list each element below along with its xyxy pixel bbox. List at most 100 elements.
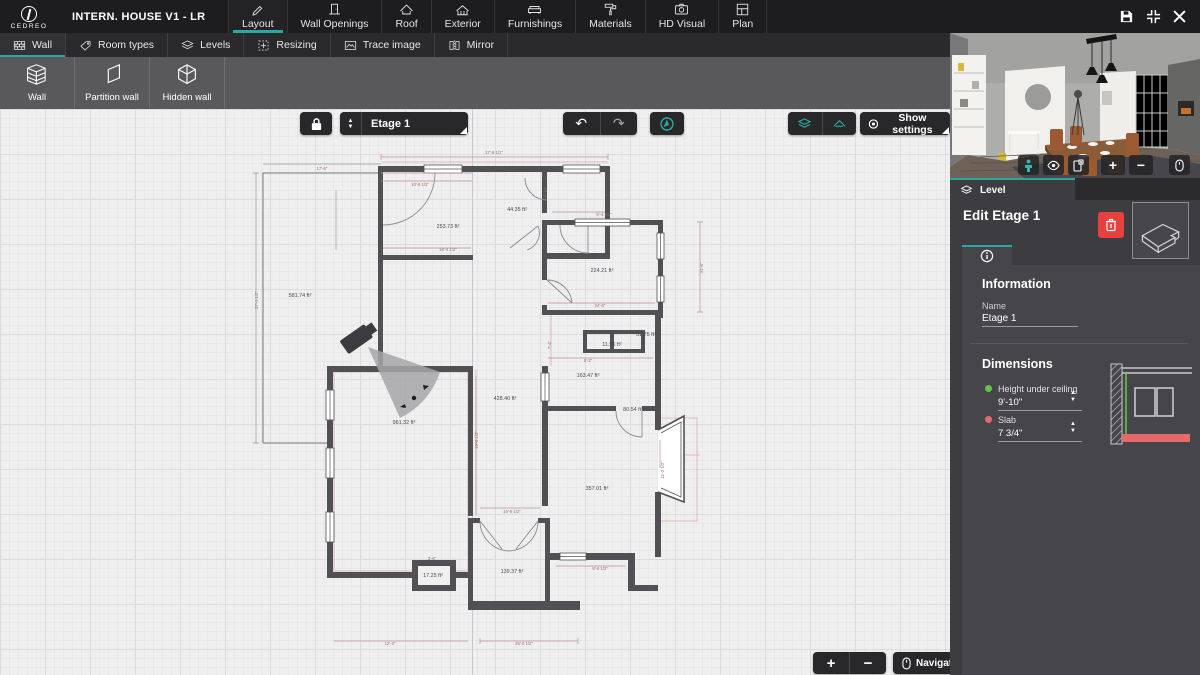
- dimension-label: 36'-0 1/2": [515, 641, 533, 646]
- room-area-label: 31.75 ft²: [636, 332, 656, 338]
- exit-fullscreen-button[interactable]: [1146, 9, 1161, 24]
- undo-redo-group: ↶ ↷: [563, 112, 637, 135]
- mouse-icon: [902, 657, 911, 670]
- navigate-label: Navigate: [916, 658, 950, 669]
- room-area-label: 357.01 ft²: [586, 486, 609, 492]
- tab-exterior[interactable]: Exterior: [431, 0, 494, 33]
- tab-label: Plan: [732, 18, 753, 30]
- room-area-label: 11.56 ft²: [602, 342, 622, 348]
- room-area-label: 80.54 ft²: [623, 407, 643, 413]
- zoom-in-button[interactable]: +: [813, 652, 849, 674]
- level-selector-value: Etage 1: [362, 118, 410, 130]
- level-selector[interactable]: ▲▼ Etage 1: [340, 112, 468, 135]
- tab-level[interactable]: Level: [950, 178, 1075, 200]
- top-bar: CEDREO INTERN. HOUSE V1 - LR Layout Wall …: [0, 0, 1200, 33]
- ribbon-levels[interactable]: Levels: [168, 33, 244, 57]
- exterior-icon: [454, 2, 471, 17]
- tab-level-label: Level: [980, 185, 1006, 196]
- height-stepper[interactable]: ▲▼: [1070, 391, 1076, 403]
- show-settings-label: Show settings: [885, 112, 940, 136]
- room-area-label: 581.74 ft²: [289, 293, 312, 299]
- wall-section-diagram: [1107, 360, 1199, 450]
- leaf-logo-icon: [21, 6, 37, 22]
- preview-zoom-in-button[interactable]: +: [1101, 155, 1125, 175]
- name-input[interactable]: Etage 1: [982, 313, 1016, 324]
- tab-label: Layout: [242, 18, 274, 30]
- preview-toolbar: + −: [1018, 155, 1190, 175]
- slab-input[interactable]: 7 3/4": [998, 428, 1023, 439]
- bay-window: [658, 416, 684, 502]
- dimension-label: 6'-10": [543, 186, 548, 197]
- zoom-controls: + −: [813, 652, 886, 674]
- tab-roof[interactable]: Roof: [381, 0, 430, 33]
- dimension-label: 27'-8 1/2": [485, 150, 503, 155]
- ribbon-trace-image[interactable]: Trace image: [331, 33, 435, 57]
- walls: [327, 166, 663, 610]
- redo-button[interactable]: ↷: [600, 112, 638, 135]
- dimension-label: 19'-8 1/2": [474, 431, 479, 449]
- tool-wall[interactable]: Wall: [0, 57, 75, 109]
- slab-stepper[interactable]: ▲▼: [1070, 422, 1076, 434]
- tool-hidden-wall[interactable]: Hidden wall: [150, 57, 225, 109]
- ribbon-mirror[interactable]: Mirror: [435, 33, 508, 57]
- tab-wall-openings[interactable]: Wall Openings: [287, 0, 382, 33]
- compass-button[interactable]: [650, 112, 684, 135]
- level-panel: Edit Etage 1 Information Name Etage 1 Di…: [950, 200, 1200, 675]
- panel-tabbar: Level: [950, 178, 1200, 200]
- door-icon: [326, 2, 343, 17]
- tool-label: Partition wall: [85, 92, 139, 103]
- blueprint-icon: [734, 2, 751, 17]
- tab-layout[interactable]: Layout: [228, 0, 287, 33]
- tab-materials[interactable]: Materials: [575, 0, 645, 33]
- preview-zoom-out-button[interactable]: −: [1129, 155, 1153, 175]
- cedreo-logo[interactable]: CEDREO: [0, 0, 58, 33]
- project-title: INTERN. HOUSE V1 - LR: [58, 0, 228, 33]
- preview-eye-icon[interactable]: [1043, 155, 1064, 175]
- room-area-label: 163.47 ft²: [577, 373, 600, 379]
- hiddenwall-icon: [172, 63, 202, 89]
- 3d-preview[interactable]: + −: [950, 33, 1200, 178]
- tab-label: Furnishings: [508, 18, 562, 30]
- floor-plan-canvas[interactable]: 581.74 ft²253.73 ft²44.35 ft²224.21 ft²9…: [0, 109, 950, 675]
- tool-partition-wall[interactable]: Partition wall: [75, 57, 150, 109]
- level-spinner[interactable]: ▲▼: [340, 112, 362, 135]
- resize-icon: [257, 39, 270, 52]
- preview-mouse-icon[interactable]: [1169, 155, 1190, 175]
- room-area-label: 961.32 ft²: [393, 420, 416, 426]
- dimension-label: 3'-6": [428, 556, 437, 561]
- height-input[interactable]: 9'-10": [998, 397, 1022, 408]
- ribbon-label: Trace image: [363, 39, 421, 51]
- level-thumbnail[interactable]: [1132, 202, 1189, 259]
- tab-furnishings[interactable]: Furnishings: [494, 0, 575, 33]
- terrace-walls: [263, 173, 381, 443]
- section-divider: [970, 343, 1188, 344]
- save-button[interactable]: [1119, 9, 1134, 24]
- ribbon-resizing[interactable]: Resizing: [244, 33, 330, 57]
- dimension-label: 16'-8 1/2": [503, 509, 521, 514]
- show-settings-button[interactable]: Show settings: [860, 112, 950, 135]
- levels-visibility-icon[interactable]: [788, 112, 822, 135]
- traceimage-icon: [344, 39, 357, 52]
- height-label: Height under ceiling: [998, 384, 1078, 394]
- preview-snapshot-icon[interactable]: [1068, 155, 1089, 175]
- ribbon-room-types[interactable]: Room types: [66, 33, 168, 57]
- layout-ribbon: WallRoom typesLevelsResizing Trace image M…: [0, 33, 950, 57]
- room-area-label: 224.21 ft²: [591, 268, 614, 274]
- edit-level-heading: Edit Etage 1: [963, 208, 1040, 223]
- tag-icon: [79, 39, 92, 52]
- tool-label: Hidden wall: [162, 92, 211, 103]
- ribbon-wall[interactable]: Wall: [0, 33, 66, 57]
- walkthrough-person-icon[interactable]: [1018, 155, 1039, 175]
- tab-plan[interactable]: Plan: [718, 0, 767, 33]
- zoom-out-button[interactable]: −: [849, 652, 886, 674]
- roof-visibility-icon[interactable]: [822, 112, 857, 135]
- undo-button[interactable]: ↶: [563, 112, 600, 135]
- delete-level-button[interactable]: [1098, 212, 1124, 238]
- tab-label: Exterior: [445, 18, 481, 30]
- tab-label: Roof: [395, 18, 417, 30]
- lock-button[interactable]: [300, 112, 332, 135]
- tab-hd-visual[interactable]: HD Visual: [645, 0, 719, 33]
- navigate-button[interactable]: Navigate: [893, 652, 950, 674]
- tab-information[interactable]: [962, 245, 1012, 265]
- close-button[interactable]: [1173, 10, 1186, 23]
